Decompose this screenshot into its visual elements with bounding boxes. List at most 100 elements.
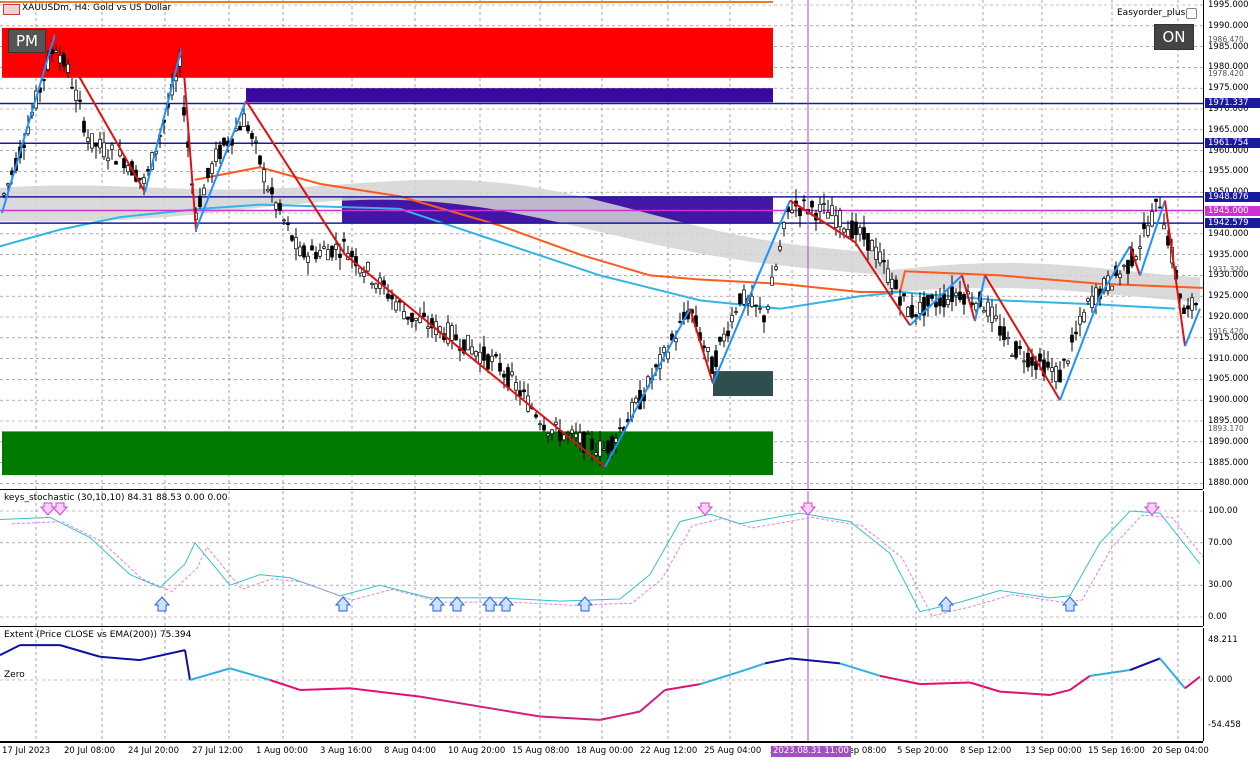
candle-body	[278, 203, 282, 212]
candle-body	[758, 307, 762, 310]
candle-body	[598, 440, 602, 457]
extent-axis[interactable]: 48.211 0.000 -54.458	[1203, 628, 1260, 741]
price-chart-canvas[interactable]	[0, 0, 1203, 489]
price-axis-label: 1925.000	[1208, 291, 1249, 302]
candle-body	[1122, 264, 1126, 267]
stochastic-pane[interactable]: keys_stochastic (30,10,10) 84.31 88.53 0…	[0, 491, 1203, 627]
candle-body	[950, 286, 954, 303]
extent-segment	[764, 657, 791, 665]
candle-body	[406, 316, 410, 320]
candle-body	[302, 245, 306, 258]
extent-segment	[1069, 675, 1091, 691]
price-axis-sublabel: 1931.320	[1208, 264, 1244, 274]
price-axis-label: 1885.000	[1208, 457, 1249, 468]
candle-body	[918, 301, 922, 314]
extent-pane[interactable]: Extent (Price CLOSE vs EMA(200)) 75.394 …	[0, 628, 1203, 742]
crosshair-date-label: 2023.08.31 11:00	[771, 746, 851, 757]
candle-body	[1194, 302, 1198, 306]
candle-body	[242, 113, 246, 127]
candle-body	[514, 382, 518, 391]
chart-menu-icon[interactable]	[3, 4, 20, 15]
symbol-title: XAUUSDm, H4: Gold vs US Dollar	[22, 3, 172, 13]
time-axis-label: 18 Aug 00:00	[576, 746, 634, 756]
candle-body	[750, 295, 754, 307]
sell-arrow-icon	[696, 502, 714, 516]
candle-body	[994, 315, 998, 319]
candle-body	[334, 244, 338, 250]
candle-body	[362, 271, 366, 277]
candle-body	[990, 306, 994, 323]
extent-segment	[99, 655, 141, 662]
candle-body	[86, 137, 90, 142]
candle-body	[502, 373, 506, 378]
extent-segment	[349, 687, 421, 698]
extent-title: Extent (Price CLOSE vs EMA(200)) 75.394	[4, 630, 192, 640]
candle-body	[266, 188, 270, 192]
candle-body	[522, 389, 526, 393]
price-axis-label: 1965.000	[1208, 124, 1249, 135]
extent-segment	[1129, 657, 1161, 671]
time-axis-label: 10 Aug 20:00	[448, 746, 506, 756]
candle-body	[926, 294, 930, 307]
price-chart-pane[interactable]: XAUUSDm, H4: Gold vs US Dollar Easyorder…	[0, 0, 1203, 490]
candle-body	[546, 433, 550, 437]
stochastic-axis[interactable]: 100.00 70.00 30.00 0.00	[1203, 491, 1260, 626]
candle-body	[250, 133, 254, 139]
candle-body	[222, 137, 226, 146]
price-axis-label: 1990.000	[1208, 20, 1249, 31]
candle-body	[958, 291, 962, 301]
extent-axis-label: 0.000	[1208, 675, 1233, 685]
candle-body	[454, 334, 458, 341]
candle-body	[90, 133, 94, 149]
zigzag-segment	[712, 200, 791, 384]
candle-body	[1142, 223, 1146, 230]
candle-body	[1154, 198, 1158, 202]
candle-body	[1066, 360, 1070, 364]
candle-body	[326, 249, 330, 261]
price-axis-label: 1910.000	[1208, 353, 1249, 364]
candle-body	[942, 293, 946, 308]
pm-button[interactable]: PM	[8, 29, 46, 53]
candle-body	[858, 227, 862, 235]
candle-body	[1026, 352, 1030, 368]
candle-body	[770, 276, 774, 286]
price-axis[interactable]: 1995.000 1990.000 1985.000 1980.000 1975.000…	[1203, 0, 1260, 489]
extent-canvas[interactable]	[0, 628, 1203, 741]
stoch-k-line	[0, 510, 1201, 613]
price-axis-sublabel: 1893.170	[1208, 423, 1244, 433]
candle-body	[534, 414, 538, 418]
time-axis-label: 15 Aug 08:00	[512, 746, 570, 756]
candle-body	[602, 448, 606, 451]
extent-segment	[59, 644, 101, 658]
candle-body	[662, 346, 666, 353]
price-axis-label: 1955.000	[1208, 166, 1249, 177]
buy-arrow-icon	[428, 596, 446, 612]
candle-body	[42, 79, 46, 81]
time-axis-label: 20 Jul 08:00	[64, 746, 115, 756]
expert-advisor-label: Easyorder_plus	[1117, 8, 1186, 18]
extent-segment	[1089, 669, 1131, 677]
on-toggle-button[interactable]: ON	[1154, 24, 1194, 50]
stoch-axis-label: 100.00	[1208, 506, 1238, 516]
candle-body	[862, 227, 866, 240]
candle-body	[106, 157, 110, 162]
candle-body	[570, 429, 574, 434]
time-axis[interactable]: 17 Jul 2023 20 Jul 08:00 24 Jul 20:00 27 Ju…	[0, 742, 1209, 762]
candle-body	[574, 433, 578, 438]
candle-body	[614, 438, 618, 443]
candle-body	[338, 253, 342, 258]
stochastic-canvas[interactable]	[0, 491, 1203, 626]
candle-body	[1062, 358, 1066, 361]
zero-label: Zero	[4, 670, 25, 680]
candle-body	[122, 158, 126, 169]
price-axis-label: 1905.000	[1208, 374, 1249, 385]
candle-body	[1038, 353, 1042, 362]
candle-body	[722, 333, 726, 342]
candle-body	[718, 337, 722, 342]
candle-body	[902, 293, 906, 297]
candle-body	[1090, 295, 1094, 308]
candle-body	[298, 246, 302, 256]
candle-body	[1030, 356, 1034, 366]
candle-body	[678, 320, 682, 323]
extent-segment	[739, 662, 766, 673]
